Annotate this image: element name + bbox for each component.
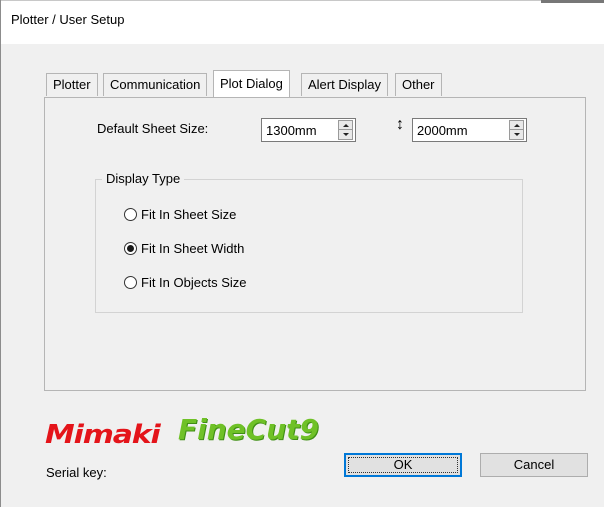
finecut-logo: FineCut9	[178, 413, 319, 446]
sheet-height-input[interactable]	[413, 119, 505, 141]
sheet-height-up-button[interactable]	[509, 120, 524, 130]
vertical-arrows-icon: ↕	[396, 116, 404, 133]
plot-dialog-panel: Default Sheet Size: ↔ ↕ Display Type	[44, 97, 586, 391]
sheet-height-down-button[interactable]	[509, 130, 524, 140]
mimaki-logo: Mimaki	[45, 420, 161, 450]
down-arrow-icon	[514, 133, 520, 136]
radio-fit-sheet-width[interactable]: Fit In Sheet Width	[124, 239, 244, 257]
radio-label: Fit In Sheet Size	[141, 206, 237, 222]
window-title: Plotter / User Setup	[11, 12, 125, 27]
title-bar[interactable]: Plotter / User Setup	[1, 0, 604, 44]
up-arrow-icon	[343, 124, 349, 127]
display-type-group: Display Type Fit In Sheet Size Fit In Sh…	[95, 171, 523, 313]
sheet-height-spinbox[interactable]	[412, 118, 527, 142]
tab-communication[interactable]: Communication	[103, 73, 208, 96]
display-type-title: Display Type	[102, 171, 185, 186]
up-arrow-icon	[514, 124, 520, 127]
default-sheet-size-label: Default Sheet Size:	[97, 121, 209, 136]
sheet-width-spin-buttons	[338, 120, 353, 140]
tab-plotter[interactable]: Plotter	[46, 73, 98, 96]
cancel-button-label: Cancel	[513, 457, 555, 472]
ok-button[interactable]: OK	[344, 453, 462, 477]
tab-other[interactable]: Other	[395, 73, 442, 96]
radio-fit-objects-size[interactable]: Fit In Objects Size	[124, 273, 246, 291]
radio-circle[interactable]	[124, 275, 137, 289]
radio-circle[interactable]	[124, 207, 137, 221]
sheet-width-down-button[interactable]	[338, 130, 353, 140]
sheet-width-spinbox[interactable]	[261, 118, 356, 142]
cancel-button[interactable]: Cancel	[480, 453, 588, 477]
tab-plot-dialog[interactable]: Plot Dialog	[213, 70, 290, 97]
sheet-height-spin-buttons	[509, 120, 524, 140]
panel-content: Default Sheet Size: ↔ ↕ Display Type	[47, 98, 583, 390]
sheet-width-input[interactable]	[262, 119, 336, 141]
radio-label: Fit In Sheet Width	[141, 240, 245, 256]
tab-alert-display[interactable]: Alert Display	[301, 73, 388, 96]
radio-fit-sheet-size[interactable]: Fit In Sheet Size	[124, 205, 236, 223]
radio-circle-selected[interactable]	[124, 241, 137, 255]
focus-rectangle	[348, 457, 458, 473]
sheet-width-up-button[interactable]	[338, 120, 353, 130]
serial-key-label: Serial key:	[46, 465, 107, 480]
down-arrow-icon	[343, 133, 349, 136]
window-shadow-edge	[541, 0, 604, 3]
dialog-window: Plotter / User Setup Plotter Communicati…	[0, 0, 604, 507]
radio-label: Fit In Objects Size	[141, 274, 247, 290]
window-top-edge	[1, 0, 604, 1]
